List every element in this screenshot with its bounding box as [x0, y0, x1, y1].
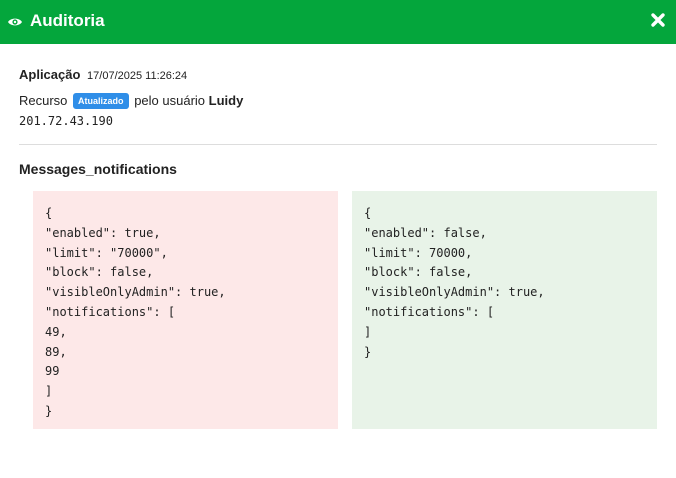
old-code-line: "limit": "70000", [45, 245, 168, 260]
new-code-line: "enabled": false, [364, 225, 487, 240]
new-code-line: { [364, 206, 372, 220]
old-code-line: "enabled": true, [45, 225, 161, 240]
modal-title: Auditoria [30, 11, 105, 30]
new-code-line: "limit": 70000, [364, 245, 473, 260]
resource-label: Recurso [19, 93, 68, 108]
old-code-line: { [45, 206, 53, 220]
old-code-line: } [45, 403, 53, 418]
audit-meta: Aplicação 17/07/2025 11:26:24 Recurso At… [19, 66, 659, 129]
old-code-line: "notifications": [ [45, 304, 176, 319]
timestamp: 17/07/2025 11:26:24 [87, 70, 188, 82]
new-code-line: "block": false, [364, 265, 473, 280]
divider [19, 144, 657, 145]
close-icon[interactable] [650, 12, 666, 28]
new-code-line: ] [364, 324, 372, 339]
new-code-line: "visibleOnlyAdmin": true, [364, 285, 545, 300]
old-code-line: 99 [45, 364, 60, 379]
by-user-text: pelo usuário [134, 93, 206, 108]
audit-modal: Auditoria Aplicação 17/07/2025 11:26:24 … [0, 0, 676, 478]
old-code-line: "visibleOnlyAdmin": true, [45, 285, 226, 300]
resource-line: Recurso Atualizado pelo usuário Luidy [19, 92, 659, 110]
new-code-line: } [364, 344, 372, 359]
old-value-panel: { "enabled": true, "limit": "70000", "block… [33, 191, 338, 429]
old-code-line: 89, [45, 344, 67, 359]
old-code-line: "block": false, [45, 265, 154, 280]
old-code-line: ] [45, 384, 53, 399]
ip-address: 201.72.43.190 [19, 114, 113, 128]
old-code-line: 49, [45, 324, 67, 339]
section-title: Messages_notifications [19, 161, 177, 177]
status-badge: Atualizado [73, 93, 129, 109]
new-value-panel: { "enabled": false, "limit": 70000, "block"… [352, 191, 657, 429]
application-line: Aplicação 17/07/2025 11:26:24 [19, 66, 659, 85]
user-name: Luidy [208, 93, 244, 108]
new-code-line: "notifications": [ [364, 304, 495, 319]
application-label: Aplicação [19, 67, 81, 82]
modal-header: Auditoria [0, 0, 676, 44]
eye-icon [8, 18, 22, 26]
